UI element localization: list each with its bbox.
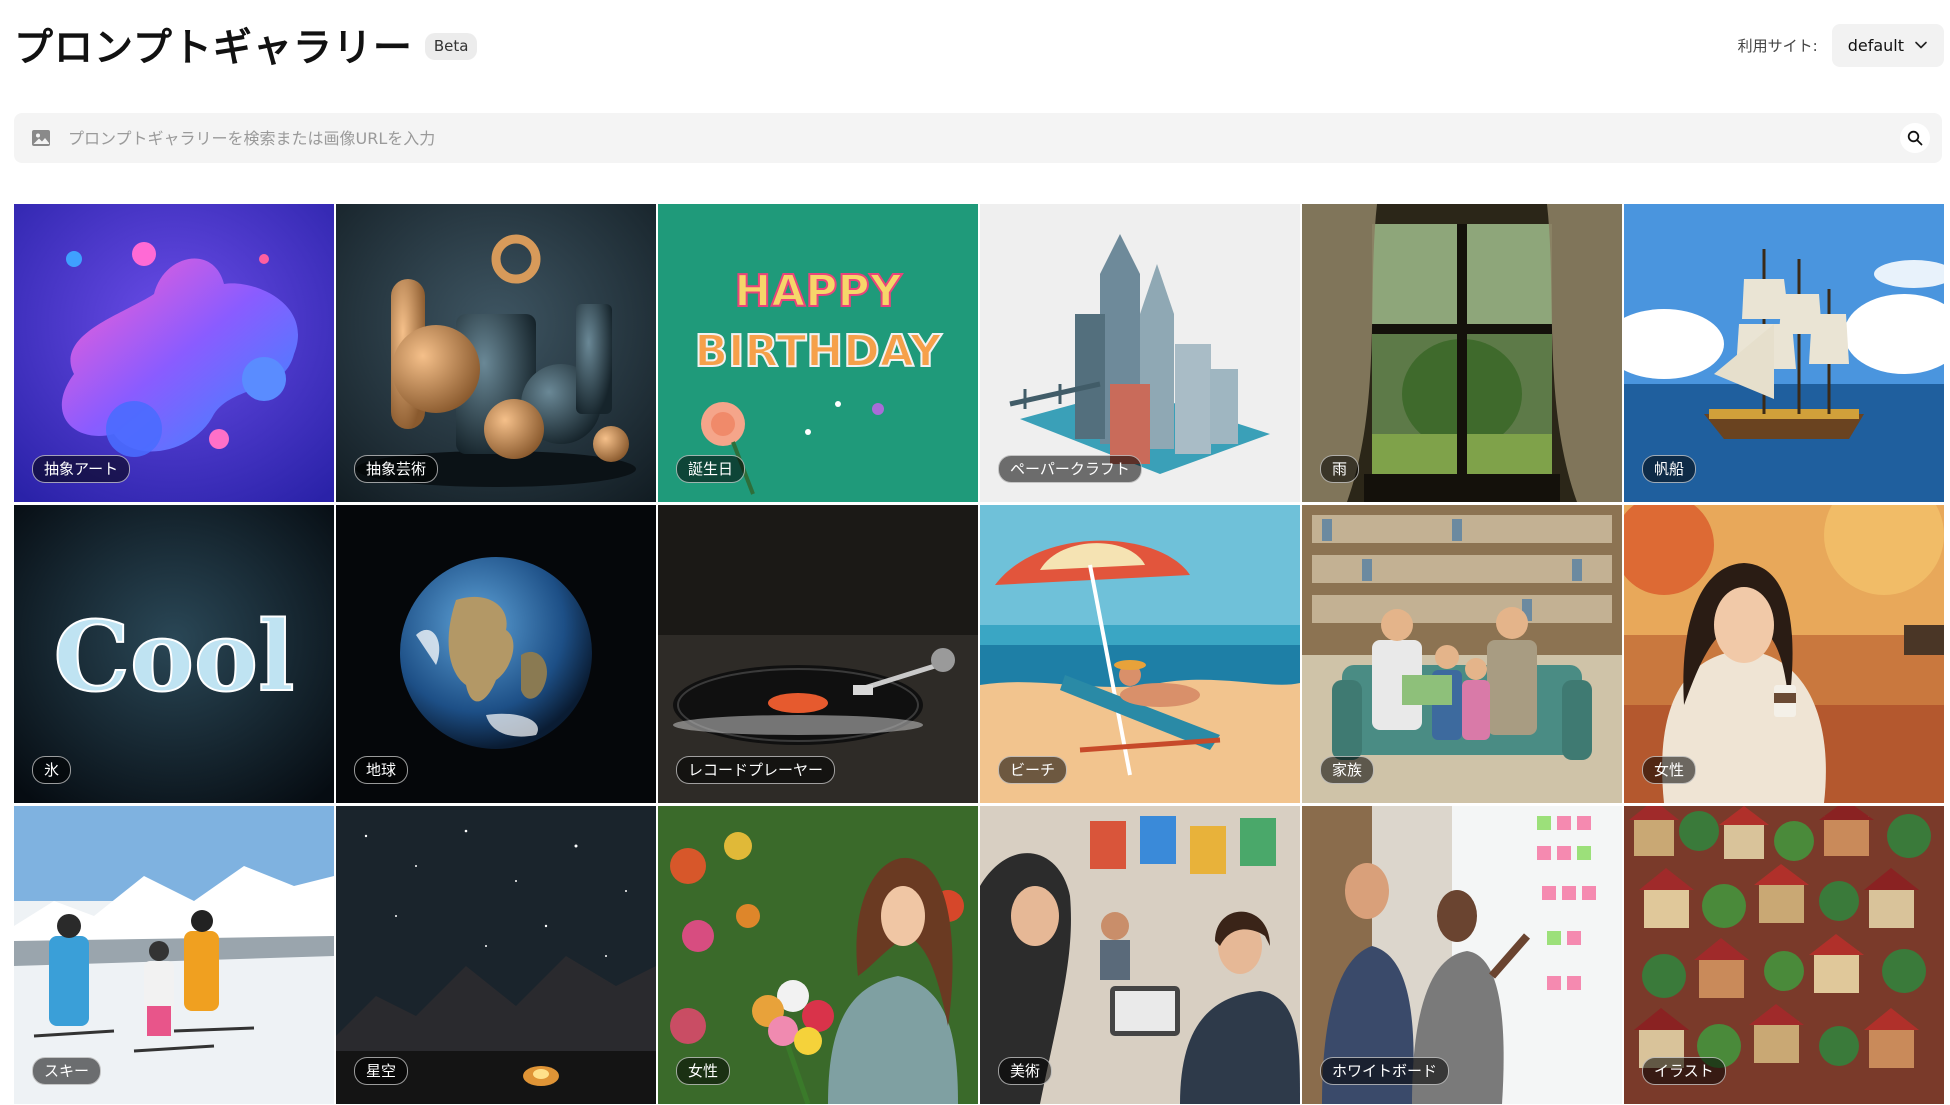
- gallery-item-ski[interactable]: スキー: [14, 806, 334, 1104]
- gallery-item-beach[interactable]: ビーチ: [980, 505, 1300, 803]
- gallery-item-rain[interactable]: 雨: [1302, 204, 1622, 502]
- tile-label: スキー: [32, 1056, 102, 1085]
- gallery-item-sailing-ship[interactable]: 帆船: [1624, 204, 1944, 502]
- tile-label: 美術: [998, 1056, 1053, 1085]
- gallery-item-woman-autumn[interactable]: 女性: [1624, 505, 1944, 803]
- tile-label: 女性: [676, 1056, 731, 1085]
- search-bar: [14, 113, 1942, 163]
- gallery-item-woman-flowers[interactable]: 女性: [658, 806, 978, 1104]
- gallery-item-art-class[interactable]: 美術: [980, 806, 1300, 1104]
- page-title: プロンプトギャラリー: [14, 26, 413, 71]
- search-icon[interactable]: [1900, 123, 1930, 153]
- site-selector: 利用サイト: default: [1737, 23, 1944, 67]
- image-icon[interactable]: [30, 127, 52, 149]
- title-group: プロンプトギャラリー Beta: [14, 17, 478, 73]
- tile-label: 帆船: [1642, 454, 1697, 483]
- gallery-item-family[interactable]: 家族: [1302, 505, 1622, 803]
- tile-label: ペーパークラフト: [998, 454, 1142, 483]
- tile-label: レコードプレーヤー: [676, 755, 836, 784]
- birthday-art-line2: BIRTHDAY: [695, 326, 943, 377]
- tile-label: ホワイトボード: [1320, 1056, 1450, 1085]
- tile-label: 誕生日: [676, 454, 746, 483]
- gallery-item-starry-sky[interactable]: 星空: [336, 806, 656, 1104]
- beta-badge: Beta: [424, 32, 478, 60]
- gallery-grid: 抽象アート 抽象芸術 HAPPY BIRTHDAY 誕生日 ペーパークラフト 雨…: [14, 204, 1944, 1104]
- site-dropdown[interactable]: default: [1831, 23, 1944, 67]
- tile-label: 地球: [354, 755, 409, 784]
- tile-label: 星空: [354, 1056, 409, 1085]
- gallery-item-whiteboard[interactable]: ホワイトボード: [1302, 806, 1622, 1104]
- site-dropdown-value: default: [1847, 35, 1904, 55]
- tile-label: 抽象アート: [32, 454, 131, 483]
- gallery-item-birthday[interactable]: HAPPY BIRTHDAY 誕生日: [658, 204, 978, 502]
- tile-label: 氷: [32, 755, 72, 784]
- gallery-item-abstract-sculpture[interactable]: 抽象芸術: [336, 204, 656, 502]
- gallery-item-ice[interactable]: Cool 氷: [14, 505, 334, 803]
- tile-label: ビーチ: [998, 755, 1068, 784]
- gallery-item-illustration[interactable]: イラスト: [1624, 806, 1944, 1104]
- tile-label: 女性: [1642, 755, 1697, 784]
- gallery-item-abstract-art[interactable]: 抽象アート: [14, 204, 334, 502]
- tile-label: 抽象芸術: [354, 454, 439, 483]
- ice-art-text: Cool: [54, 600, 295, 713]
- gallery-item-papercraft[interactable]: ペーパークラフト: [980, 204, 1300, 502]
- tile-label: 雨: [1320, 454, 1360, 483]
- gallery-item-earth[interactable]: 地球: [336, 505, 656, 803]
- site-label: 利用サイト:: [1737, 36, 1818, 55]
- tile-label: イラスト: [1642, 1056, 1726, 1085]
- header: プロンプトギャラリー Beta 利用サイト: default: [14, 18, 1944, 72]
- tile-label: 家族: [1320, 755, 1375, 784]
- search-input[interactable]: [66, 117, 1900, 159]
- chevron-down-icon: [1915, 41, 1927, 49]
- birthday-art-line1: HAPPY: [734, 266, 902, 317]
- gallery-item-record-player[interactable]: レコードプレーヤー: [658, 505, 978, 803]
